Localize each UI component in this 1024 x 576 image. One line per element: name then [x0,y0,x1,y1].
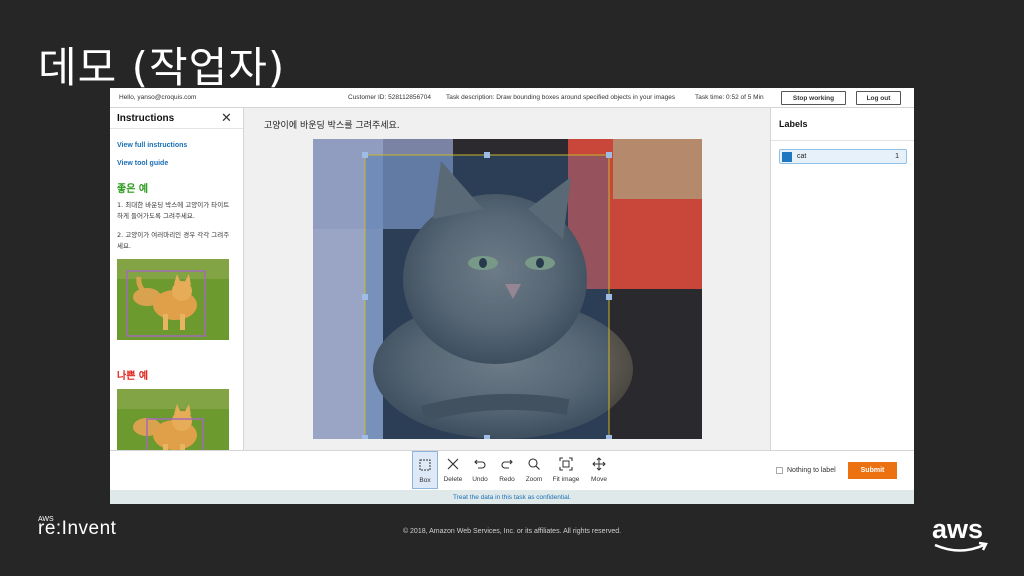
label-name: cat [797,153,807,160]
zoom-tool-label: Zoom [525,476,543,483]
confidential-notice: Treat the data in this task as confident… [110,490,914,504]
slide-title: 데모 (작업자) [38,43,286,92]
labels-header: Labels [779,119,808,129]
move-tool-label: Move [591,476,607,483]
undo-tool-button[interactable]: Undo [469,451,491,489]
divider [771,140,914,141]
stop-working-button[interactable]: Stop working [781,91,846,105]
annotation-tool-window: Hello, yanso@croquis.com Customer ID: 52… [110,88,914,504]
label-item-cat[interactable]: cat 1 [779,149,907,164]
task-text: 고양이에 바운딩 박스를 그려주세요. [264,121,400,131]
redo-tool-button[interactable]: Redo [496,451,518,489]
task-time: Task time: 0:52 of 5 Min [695,94,764,101]
box-tool-label: Box [419,477,431,484]
redo-tool-label: Redo [499,476,515,483]
instruction-line-1: 1. 최대한 바운딩 박스에 고양이가 타이트하게 들어가도록 그려주세요. [117,201,230,220]
fit-image-icon [559,457,573,471]
instructions-header: Instructions [117,113,175,124]
delete-tool-button[interactable]: Delete [441,451,465,489]
fit-image-tool-button[interactable]: Fit image [550,451,582,489]
move-icon [592,457,606,471]
box-tool-button[interactable]: Box [412,451,438,489]
label-shortcut-key: 1 [895,153,899,160]
redo-icon [501,459,513,469]
zoom-icon [528,458,540,470]
aws-logo-text: aws [932,514,983,544]
cat-photo[interactable] [313,139,702,439]
nothing-to-label-checkbox[interactable] [776,467,783,474]
bad-example-image [117,389,229,450]
box-icon [419,459,431,471]
view-full-instructions-link[interactable]: View full instructions [117,142,187,149]
view-tool-guide-link[interactable]: View tool guide [117,160,168,167]
instructions-panel: Instructions ✕ View full instructions Vi… [110,108,244,450]
label-color-swatch [782,152,792,162]
instruction-line-2: 2. 고양이가 여러마리인 경우 각각 그려주세요. [117,231,230,250]
copyright-text: © 2018, Amazon Web Services, Inc. or its… [402,528,622,535]
bad-example-heading: 나쁜 예 [117,371,149,382]
task-description: Task description: Draw bounding boxes ar… [446,94,676,101]
undo-icon [474,459,486,469]
good-example-heading: 좋은 예 [117,184,149,195]
close-icon[interactable]: ✕ [221,110,232,126]
submit-button[interactable]: Submit [848,462,897,479]
fit-image-tool-label: Fit image [552,476,580,483]
move-tool-button[interactable]: Move [587,451,611,489]
nothing-to-label-text: Nothing to label [787,467,836,474]
zoom-tool-button[interactable]: Zoom [522,451,546,489]
labels-panel: Labels cat 1 [770,108,914,450]
bottom-toolbar: Box Delete Undo Redo Zoom Fit image Move… [110,450,914,490]
undo-tool-label: Undo [472,476,488,483]
nothing-to-label-option[interactable]: Nothing to label [776,467,836,474]
delete-icon [447,458,459,470]
greeting: Hello, yanso@croquis.com [119,94,197,101]
labeling-canvas[interactable]: 고양이에 바운딩 박스를 그려주세요. [244,108,770,450]
top-bar: Hello, yanso@croquis.com Customer ID: 52… [110,88,914,108]
customer-id: Customer ID: 528112856704 [348,94,431,101]
aws-logo: aws [930,512,992,560]
log-out-button[interactable]: Log out [856,91,901,105]
divider [110,128,243,129]
good-example-image [117,259,229,340]
delete-tool-label: Delete [443,476,463,483]
